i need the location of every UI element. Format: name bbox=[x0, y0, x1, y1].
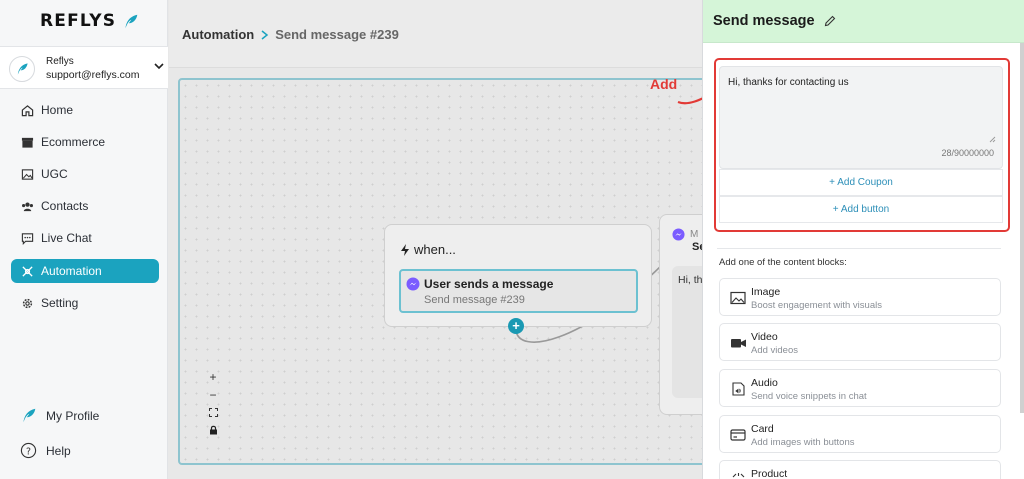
content-block-video[interactable]: Video Add videos bbox=[719, 323, 1001, 361]
store-icon bbox=[21, 137, 34, 148]
brand-name: REFLYS bbox=[40, 11, 117, 31]
home-icon bbox=[21, 104, 34, 116]
trigger-label: User sends a message bbox=[424, 277, 554, 291]
messenger-icon bbox=[672, 228, 685, 241]
help-icon: ? bbox=[20, 442, 37, 459]
sidebar-item-label: Setting bbox=[41, 296, 79, 310]
sidebar-item-label: Ecommerce bbox=[41, 135, 106, 149]
panel-title: Send message bbox=[713, 13, 836, 29]
content-block-product[interactable]: Product bbox=[719, 460, 1001, 479]
account-email: support@reflys.com bbox=[46, 69, 140, 81]
resize-handle-icon[interactable] bbox=[988, 135, 996, 143]
account-switcher[interactable]: Reflys support@reflys.com bbox=[0, 46, 168, 89]
sidebar: REFLYS Reflys support@reflys.com Home Ec… bbox=[0, 0, 168, 479]
flow-canvas[interactable]: when... User sends a message Send messag… bbox=[178, 78, 718, 465]
divider bbox=[717, 248, 1001, 249]
avatar bbox=[9, 56, 35, 82]
block-title: Image bbox=[751, 286, 781, 298]
sidebar-item-label: Contacts bbox=[41, 199, 89, 213]
content-block-image[interactable]: Image Boost engagement with visuals bbox=[719, 278, 1001, 316]
automation-icon bbox=[22, 265, 33, 277]
fit-view-button[interactable] bbox=[206, 406, 220, 420]
block-title: Card bbox=[751, 423, 774, 435]
reflys-logo-icon bbox=[17, 63, 28, 75]
fit-view-icon bbox=[208, 408, 218, 417]
block-title: Product bbox=[751, 468, 788, 479]
sidebar-item-home[interactable]: Home bbox=[11, 98, 159, 122]
product-block-icon bbox=[732, 473, 745, 478]
message-node-head: M bbox=[672, 228, 698, 241]
message-textarea[interactable]: Hi, thanks for contacting us 28/90000000 bbox=[719, 66, 1003, 169]
image-block-icon bbox=[730, 291, 746, 305]
sidebar-item-label: Automation bbox=[41, 264, 102, 278]
sidebar-item-ugc[interactable]: UGC bbox=[11, 162, 159, 186]
zoom-in-button[interactable]: + bbox=[206, 370, 220, 384]
chat-icon bbox=[21, 232, 34, 245]
message-text: Hi, thanks for contacting us bbox=[728, 77, 849, 88]
content-blocks-label: Add one of the content blocks: bbox=[719, 257, 847, 268]
audio-block-icon bbox=[732, 382, 745, 396]
block-title: Audio bbox=[751, 377, 778, 389]
breadcrumb: Automation Send message #239 bbox=[182, 27, 399, 42]
profile-icon bbox=[23, 408, 36, 423]
trigger-title: when... bbox=[400, 242, 456, 257]
annotation-label: Add bbox=[650, 76, 678, 92]
block-desc: Add videos bbox=[751, 345, 799, 356]
sidebar-item-label: Live Chat bbox=[41, 231, 92, 245]
card-block-icon bbox=[730, 429, 746, 441]
image-icon bbox=[21, 168, 34, 180]
content-block-card[interactable]: Card Add images with buttons bbox=[719, 415, 1001, 453]
sidebar-item-contacts[interactable]: Contacts bbox=[11, 194, 159, 218]
svg-text:?: ? bbox=[26, 446, 31, 457]
video-block-icon bbox=[731, 339, 746, 348]
contacts-icon bbox=[22, 202, 33, 211]
panel-header: Send message bbox=[703, 0, 1024, 43]
lightning-icon bbox=[401, 243, 409, 256]
my-profile-link[interactable]: My Profile bbox=[20, 407, 99, 424]
add-step-button[interactable]: + bbox=[508, 318, 524, 334]
sidebar-item-label: UGC bbox=[41, 167, 68, 181]
block-desc: Add images with buttons bbox=[751, 437, 855, 448]
chevron-down-icon bbox=[154, 63, 164, 70]
reflys-logo-icon bbox=[125, 14, 138, 28]
trigger-title-text: when... bbox=[414, 242, 456, 257]
block-desc: Boost engagement with visuals bbox=[751, 300, 882, 311]
help-link[interactable]: ? Help bbox=[20, 442, 71, 459]
breadcrumb-current: Send message #239 bbox=[275, 27, 399, 42]
send-message-panel: Send message Hi, thanks for contacting u… bbox=[702, 0, 1024, 479]
my-profile-label: My Profile bbox=[46, 408, 100, 423]
message-node-head-text: M bbox=[690, 229, 699, 240]
add-coupon-button[interactable]: + Add Coupon bbox=[719, 169, 1003, 196]
char-count: 28/90000000 bbox=[941, 148, 994, 158]
lock-button[interactable] bbox=[206, 424, 220, 438]
sidebar-item-label: Home bbox=[41, 103, 74, 117]
content-block-audio[interactable]: Audio Send voice snippets in chat bbox=[719, 369, 1001, 407]
block-title: Video bbox=[751, 331, 778, 343]
panel-title-text: Send message bbox=[713, 13, 815, 29]
account-name: Reflys bbox=[46, 56, 74, 67]
sidebar-item-ecommerce[interactable]: Ecommerce bbox=[11, 130, 159, 154]
sidebar-item-setting[interactable]: Setting bbox=[11, 291, 159, 315]
sidebar-item-automation[interactable]: Automation bbox=[11, 259, 159, 283]
messenger-icon bbox=[406, 277, 420, 291]
trigger-event[interactable]: User sends a message Send message #239 bbox=[399, 269, 638, 313]
add-button-button[interactable]: + Add button bbox=[719, 196, 1003, 223]
chevron-right-icon bbox=[261, 29, 269, 40]
edit-pencil-icon[interactable] bbox=[824, 15, 836, 27]
panel-scrollbar[interactable] bbox=[1020, 43, 1024, 413]
zoom-out-button[interactable]: − bbox=[206, 388, 220, 402]
block-desc: Send voice snippets in chat bbox=[751, 391, 867, 402]
trigger-card[interactable]: when... User sends a message Send messag… bbox=[384, 224, 652, 327]
breadcrumb-root[interactable]: Automation bbox=[182, 27, 254, 42]
lock-icon bbox=[209, 425, 217, 435]
top-bar: Automation Send message #239 bbox=[169, 0, 702, 68]
gear-icon bbox=[22, 298, 33, 308]
brand-logo[interactable]: REFLYS bbox=[40, 11, 139, 31]
trigger-sub: Send message #239 bbox=[424, 294, 525, 306]
help-label: Help bbox=[46, 443, 71, 458]
sidebar-item-live-chat[interactable]: Live Chat bbox=[11, 226, 159, 250]
zoom-controls: + − bbox=[205, 370, 221, 438]
